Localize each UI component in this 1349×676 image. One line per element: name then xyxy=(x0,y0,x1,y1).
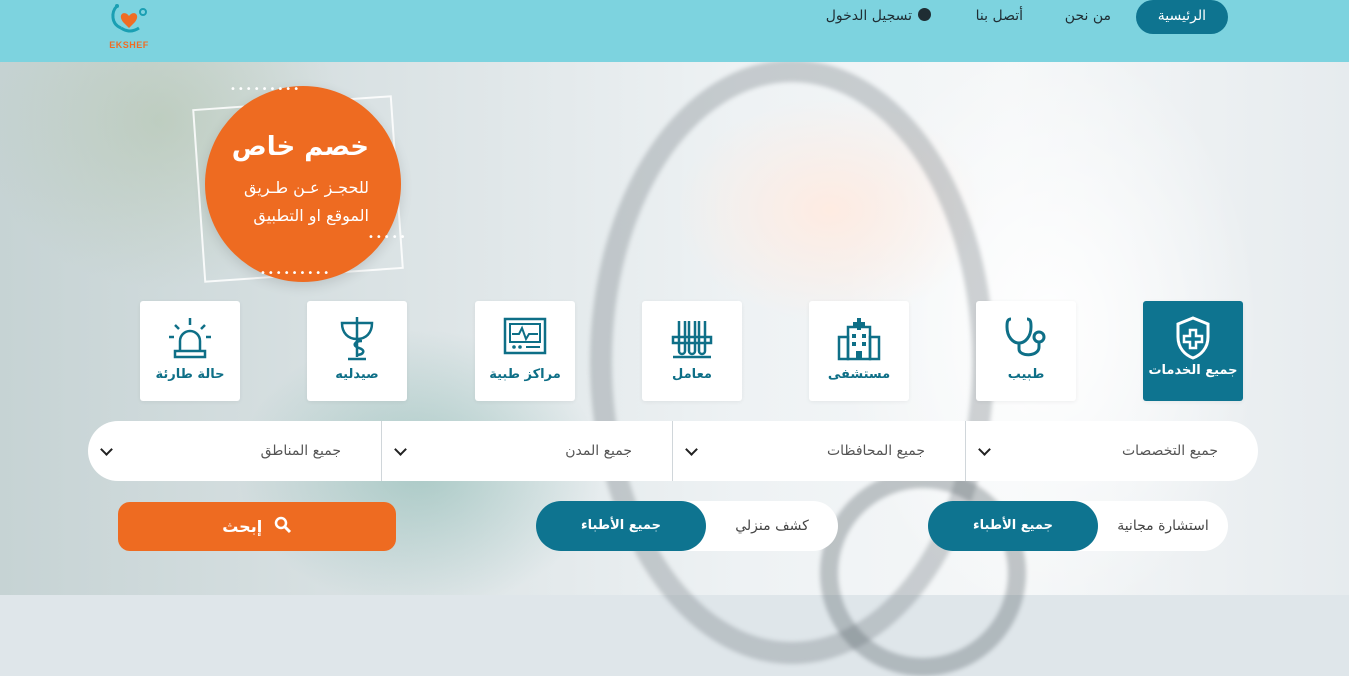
nav-login[interactable]: تسجيل الدخول xyxy=(826,0,931,34)
promo-badge[interactable]: خصم خاص للحجـز عـن طـريق الموقع او التطب… xyxy=(205,86,401,282)
consultation-toggle: جميع الأطباء استشارة مجانية xyxy=(928,501,1228,551)
promo-dots-top: ••••••••• xyxy=(230,84,302,95)
test-tubes-icon xyxy=(671,321,713,359)
promo-dots-bottom: ••••••••• xyxy=(260,268,332,279)
free-consultation-option[interactable]: استشارة مجانية xyxy=(1098,501,1228,551)
monitor-icon xyxy=(503,317,547,355)
all-doctors-option[interactable]: جميع الأطباء xyxy=(536,501,706,551)
governorate-value: جميع المحافظات xyxy=(826,443,925,459)
hospital-icon xyxy=(837,318,881,361)
search-label: إبحث xyxy=(222,517,263,536)
specialty-select[interactable]: جميع التخصصات xyxy=(966,421,1258,481)
top-navbar: EKSHEF الرئيسية من نحن أتصل بنا تسجيل ال… xyxy=(0,0,1349,62)
promo-line-1: للحجـز عـن طـريق xyxy=(244,178,369,197)
category-label: جميع الخدمات xyxy=(1148,363,1238,378)
category-label: مستشفى xyxy=(827,367,891,382)
promo-dots-right: ••••• xyxy=(368,232,408,243)
promo-title: خصم خاص xyxy=(231,132,369,162)
area-value: جميع المناطق xyxy=(260,443,341,459)
ekshef-logo-mark xyxy=(111,4,147,33)
siren-icon xyxy=(169,318,211,359)
governorate-select[interactable]: جميع المحافظات xyxy=(673,421,965,481)
shield-plus-icon xyxy=(1176,316,1210,360)
user-circle-icon xyxy=(918,8,931,21)
city-value: جميع المدن xyxy=(565,443,632,459)
home-visit-option[interactable]: كشف منزلي xyxy=(706,501,838,551)
chevron-down-icon xyxy=(100,443,113,456)
category-doctor[interactable]: طبيب xyxy=(976,301,1076,401)
home-visit-toggle: جميع الأطباء كشف منزلي xyxy=(536,501,838,551)
city-select[interactable]: جميع المدن xyxy=(382,421,672,481)
category-label: صيدليه xyxy=(335,367,379,382)
stethoscope-icon xyxy=(1005,317,1046,357)
search-button[interactable]: إبحث xyxy=(118,502,396,551)
category-labs[interactable]: معامل xyxy=(642,301,742,401)
nav-about[interactable]: من نحن xyxy=(1065,0,1111,34)
chevron-down-icon xyxy=(685,443,698,456)
logo-wordmark: EKSHEF xyxy=(109,40,149,50)
category-emergency[interactable]: حالة طارئة xyxy=(140,301,240,401)
chevron-down-icon xyxy=(394,443,407,456)
search-icon xyxy=(274,516,291,534)
login-label: تسجيل الدخول xyxy=(825,8,912,24)
category-all-services[interactable]: جميع الخدمات xyxy=(1143,301,1243,401)
chevron-down-icon xyxy=(978,443,991,456)
filter-divider xyxy=(381,421,382,481)
specialty-value: جميع التخصصات xyxy=(1121,443,1218,459)
category-label: حالة طارئة xyxy=(155,367,225,382)
promo-line-2: الموقع او التطبيق xyxy=(253,206,369,225)
nav-home[interactable]: الرئيسية xyxy=(1135,0,1228,34)
category-label: معامل xyxy=(672,367,712,382)
all-doctors-option[interactable]: جميع الأطباء xyxy=(928,501,1098,551)
filter-divider xyxy=(672,421,673,481)
filter-bar: جميع التخصصات جميع المحافظات جميع المدن … xyxy=(88,421,1258,481)
category-label: مراكز طبية xyxy=(489,367,561,382)
category-hospital[interactable]: مستشفى xyxy=(809,301,909,401)
area-select[interactable]: جميع المناطق xyxy=(88,421,381,481)
nav-contact[interactable]: أتصل بنا xyxy=(976,0,1023,34)
category-pharmacy[interactable]: صيدليه xyxy=(307,301,407,401)
pharmacy-icon xyxy=(340,317,374,361)
category-label: طبيب xyxy=(1007,367,1045,382)
filter-divider xyxy=(965,421,966,481)
category-medical-centers[interactable]: مراكز طبية xyxy=(475,301,575,401)
ekshef-logo[interactable]: EKSHEF xyxy=(104,2,154,50)
